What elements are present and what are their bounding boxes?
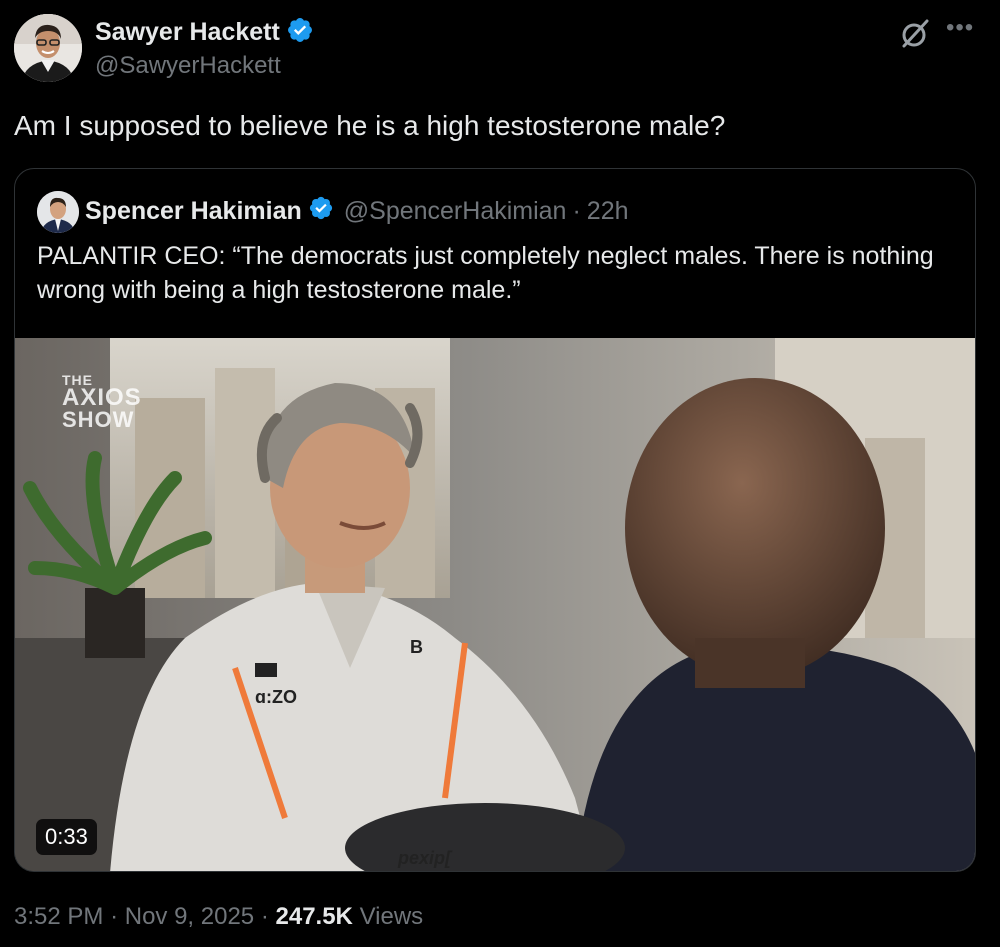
verified-badge-icon xyxy=(308,195,334,228)
svg-text:B: B xyxy=(410,637,423,657)
quoted-author-name[interactable]: Spencer Hakimian xyxy=(85,197,302,226)
quoted-tweet[interactable]: Spencer Hakimian @SpencerHakimian · 22h … xyxy=(14,168,976,872)
axios-show-logo: THE AXIOS SHOW xyxy=(62,373,142,433)
quoted-text: PALANTIR CEO: “The democrats just comple… xyxy=(37,242,934,304)
meta-separator: · xyxy=(110,903,119,930)
author-name-row: Sawyer Hackett xyxy=(95,16,314,49)
quoted-header: Spencer Hakimian @SpencerHakimian · 22h xyxy=(85,195,629,228)
tweet: Sawyer Hackett @SawyerHackett ••• Am I s… xyxy=(0,0,1000,947)
meta-separator: · xyxy=(260,903,269,930)
views-label: Views xyxy=(359,903,424,930)
jacket-brand-text: pexip[ xyxy=(398,848,452,868)
grok-icon[interactable] xyxy=(898,17,932,51)
views-count[interactable]: 247.5K xyxy=(276,903,353,930)
quoted-author-handle[interactable]: @SpencerHakimian xyxy=(344,197,567,226)
tweet-date[interactable]: Nov 9, 2025 xyxy=(125,903,254,930)
video-player[interactable]: ɑ:ZO B THE AXIOS SHOW pexip[0:33 xyxy=(15,338,975,871)
author-avatar[interactable] xyxy=(14,14,82,82)
author-handle[interactable]: @SawyerHackett xyxy=(95,52,281,80)
tweet-time[interactable]: 3:52 PM xyxy=(14,903,103,930)
svg-text:ɑ:ZO: ɑ:ZO xyxy=(255,687,297,707)
quoted-time[interactable]: 22h xyxy=(587,197,629,226)
more-options-icon[interactable]: ••• xyxy=(946,14,974,42)
tweet-text: Am I supposed to believe he is a high te… xyxy=(14,110,726,141)
verified-badge-icon xyxy=(286,16,314,49)
quoted-separator: · xyxy=(572,197,581,225)
axios-logo-line3: SHOW xyxy=(62,407,135,433)
quoted-author-avatar[interactable] xyxy=(37,191,79,233)
video-duration: 0:33 xyxy=(36,819,97,855)
author-name[interactable]: Sawyer Hackett xyxy=(95,18,280,47)
tweet-meta: 3:52 PM · Nov 9, 2025 · 247.5K Views xyxy=(14,903,423,931)
